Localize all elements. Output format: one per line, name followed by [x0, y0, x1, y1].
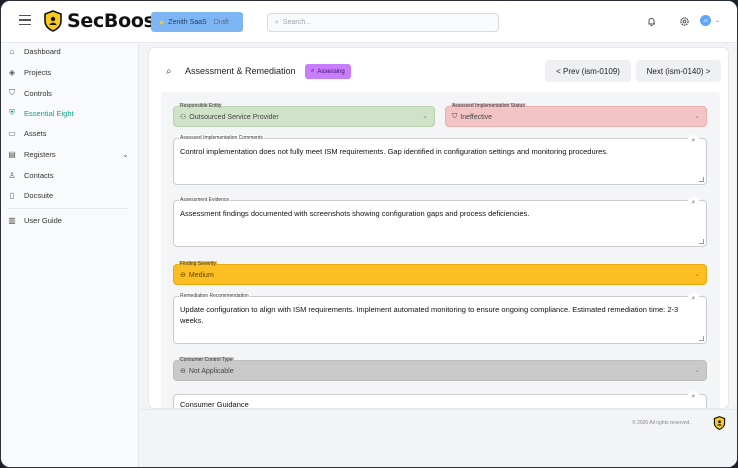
box-icon: ▭ — [8, 128, 16, 138]
finding-severity-select[interactable]: Finding Severity ⊖ Medium ⌄ — [173, 261, 707, 285]
shield-check-icon: ⛨ — [9, 108, 15, 117]
chevron-down-icon: ⌄ — [694, 271, 700, 278]
sidebar-item-user-guide[interactable]: ▥ User Guide — [1, 210, 139, 230]
implementation-comments-textarea[interactable]: Assessed Implementation Comments ⌕ Contr… — [173, 135, 707, 185]
consumer-control-type-value: Not Applicable — [188, 367, 234, 375]
menu-icon[interactable] — [19, 15, 31, 25]
chevron-down-icon[interactable]: ⌄ — [712, 16, 723, 27]
shield-x-icon: ⛉ — [452, 113, 458, 120]
assessment-card: ⌕ Assessment & Remediation ⌕ Assessing <… — [148, 47, 729, 409]
chevron-down-icon: ⌄ — [694, 367, 700, 374]
implementation-status-value: Ineffective — [460, 113, 493, 121]
field-label: Assessment Evidence — [179, 197, 231, 204]
org-name: Zenith SaaS — [168, 18, 207, 26]
avatar[interactable]: JS — [700, 15, 711, 26]
sidebar-item-label: Registers — [24, 149, 56, 159]
file-icon: ▯ — [9, 190, 15, 200]
chevron-down-icon: ⌄ — [422, 113, 428, 120]
field-value: ⚇ Outsourced Service Provider — [180, 113, 279, 122]
responsible-entity-select[interactable]: Responsible Entity ⚇ Outsourced Service … — [173, 103, 435, 127]
copyright-text: © 2026 All rights reserved. — [632, 420, 691, 426]
finding-severity-value: Medium — [188, 271, 214, 279]
remediation-textarea[interactable]: Remediation Recommendation ⌕ Update conf… — [173, 293, 707, 344]
book-icon: ▥ — [8, 215, 16, 225]
status-badge: ⌕ Assessing — [305, 64, 351, 79]
minus-circle-icon: ⊖ — [180, 272, 186, 279]
org-selector[interactable]: ★ Zenith SaaS Draft — [151, 12, 243, 32]
sidebar-item-label: Docsuite — [24, 190, 54, 200]
top-bar: SecBoost ★ Zenith SaaS Draft ⌕ Search...… — [1, 1, 737, 43]
search-input[interactable]: ⌕ Search... — [267, 13, 499, 32]
sidebar-item-registers[interactable]: ▤ Registers ⌄ — [1, 144, 139, 164]
consumer-guidance-textarea[interactable]: ⌕ Consumer Guidance — [173, 391, 707, 409]
search-icon: ⌕ — [275, 18, 279, 26]
sidebar-item-label: Projects — [24, 67, 52, 77]
assessment-evidence-text: Assessment findings documented with scre… — [180, 209, 530, 218]
sidebar-item-label: Contacts — [24, 170, 54, 180]
user-icon: ♙ — [8, 170, 16, 180]
chevron-down-icon[interactable]: ⌄ — [122, 150, 129, 159]
field-label: Finding Severity — [179, 261, 217, 268]
consumer-guidance-label: Consumer Guidance — [180, 400, 249, 409]
sidebar-item-label: User Guide — [24, 215, 62, 225]
sidebar-item-docsuite[interactable]: ▯ Docsuite — [1, 185, 139, 205]
consumer-control-type-select[interactable]: Consumer Control Type ⊖ Not Applicable ⌄ — [173, 357, 707, 381]
assessment-form: Responsible Entity ⚇ Outsourced Service … — [161, 92, 720, 409]
responsible-entity-value: Outsourced Service Provider — [189, 113, 279, 121]
logo-shield-icon — [713, 416, 726, 430]
layers-icon: ◈ — [8, 67, 16, 77]
shield-icon: ⛉ — [9, 88, 15, 97]
sidebar-divider — [7, 208, 129, 209]
field-value: ⊖ Not Applicable — [180, 367, 234, 376]
field-value: ⊖ Medium — [180, 271, 214, 280]
sidebar-item-label: Dashboard — [24, 46, 61, 56]
field-label: Consumer Control Type — [179, 357, 234, 364]
implementation-comments-text: Control implementation does not fully me… — [180, 147, 609, 156]
remediation-text: Update configuration to align with ISM r… — [180, 305, 679, 325]
next-button[interactable]: Next (ism-0140) > — [636, 60, 721, 82]
page-title: Assessment & Remediation — [185, 66, 296, 76]
resize-handle[interactable] — [699, 336, 704, 341]
resize-handle[interactable] — [699, 177, 704, 182]
minus-circle-icon: ⊖ — [180, 368, 186, 375]
sidebar: ⌂ Dashboard ◈ Projects ⛉ Controls ⛨ Esse… — [1, 41, 139, 467]
assessment-evidence-textarea[interactable]: Assessment Evidence ⌕ Assessment finding… — [173, 197, 707, 247]
sidebar-item-projects[interactable]: ◈ Projects — [1, 62, 139, 82]
status-badge-label: Assessing — [317, 68, 345, 75]
field-label: Assessed Implementation Status — [451, 103, 526, 110]
group-icon: ⚇ — [180, 114, 187, 121]
field-label: Assessed Implementation Comments — [179, 135, 264, 142]
sidebar-item-controls[interactable]: ⛉ Controls — [1, 83, 139, 103]
logo-text: SecBoost — [67, 10, 164, 32]
sidebar-item-dashboard[interactable]: ⌂ Dashboard — [1, 41, 139, 61]
gear-icon[interactable] — [679, 16, 690, 27]
prev-button[interactable]: < Prev (ism-0109) — [545, 60, 631, 82]
star-icon: ★ — [158, 17, 166, 27]
sidebar-item-assets[interactable]: ▭ Assets — [1, 123, 139, 143]
footer: © 2026 All rights reserved. — [140, 409, 737, 467]
field-label: Responsible Entity — [179, 103, 223, 110]
sidebar-item-label: Assets — [24, 128, 47, 138]
org-status: Draft — [213, 18, 229, 26]
sidebar-item-essential-eight[interactable]: ⛨ Essential Eight — [1, 103, 139, 123]
field-value: ⛉ Ineffective — [452, 113, 492, 121]
sidebar-item-label: Controls — [24, 88, 52, 98]
search-icon: ⌕ — [166, 66, 172, 77]
sidebar-item-label: Essential Eight — [24, 108, 74, 118]
home-icon: ⌂ — [9, 46, 15, 56]
sidebar-item-contacts[interactable]: ♙ Contacts — [1, 165, 139, 185]
logo-shield-icon — [44, 10, 62, 32]
search-placeholder: Search... — [282, 19, 311, 26]
app-logo[interactable]: SecBoost — [43, 10, 164, 32]
search-icon: ⌕ — [311, 68, 315, 74]
chevron-down-icon: ⌄ — [694, 113, 700, 120]
bell-icon[interactable] — [646, 16, 657, 27]
clipboard-icon: ▤ — [8, 149, 16, 159]
implementation-status-select[interactable]: Assessed Implementation Status ⛉ Ineffec… — [445, 103, 707, 127]
field-label: Remediation Recommendation — [179, 293, 250, 300]
app-window: SecBoost ★ Zenith SaaS Draft ⌕ Search...… — [0, 0, 738, 468]
resize-handle[interactable] — [699, 239, 704, 244]
